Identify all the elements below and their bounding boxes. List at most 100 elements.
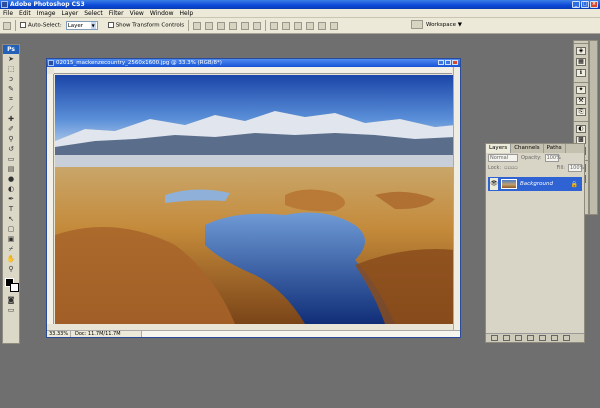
eye-icon[interactable]: 👁 (490, 178, 498, 190)
dodge-tool-icon[interactable]: ◐ (5, 185, 17, 194)
show-transform-checkbox[interactable]: Show Transform Controls (107, 22, 184, 29)
layers-panel-footer (486, 333, 584, 342)
marquee-tool-icon[interactable]: ⬚ (5, 65, 17, 74)
lock-label: Lock: (488, 165, 502, 171)
vertical-scrollbar[interactable] (453, 67, 460, 331)
auto-select-checkbox[interactable]: Auto-Select: (20, 22, 62, 29)
document-window: 02015_mackenzecountry_2560x1600.jpg @ 33… (46, 58, 461, 338)
tab-layers[interactable]: Layers (486, 144, 512, 153)
mask-icon[interactable] (515, 335, 522, 341)
trash-icon[interactable] (563, 335, 570, 341)
path-selection-tool-icon[interactable]: ↖ (5, 215, 17, 224)
background-color[interactable] (10, 283, 19, 292)
brushes-panel-icon[interactable]: ✦ (576, 86, 586, 94)
menu-edit[interactable]: Edit (19, 10, 31, 17)
zoom-tool-icon[interactable]: ⚲ (5, 265, 17, 274)
eyedropper-tool-icon[interactable]: ⌿ (5, 245, 17, 254)
distribute-left-icon[interactable] (306, 21, 315, 30)
doc-maximize-button[interactable] (445, 60, 451, 65)
menu-image[interactable]: Image (37, 10, 56, 17)
bridge-icon[interactable] (410, 20, 423, 29)
histogram-panel-icon[interactable]: ▦ (576, 58, 586, 66)
document-title: 02015_mackenzecountry_2560x1600.jpg @ 33… (56, 60, 222, 66)
horizontal-scrollbar[interactable] (141, 331, 460, 337)
distribute-hcenter-icon[interactable] (318, 21, 327, 30)
fill-field[interactable]: 100% (568, 164, 584, 172)
align-left-icon[interactable] (229, 21, 238, 30)
opacity-label: Opacity: (521, 155, 542, 161)
shape-tool-icon[interactable]: ▢ (5, 225, 17, 234)
adjustment-icon[interactable] (527, 335, 534, 341)
link-icon[interactable] (491, 335, 498, 341)
history-brush-tool-icon[interactable]: ↺ (5, 145, 17, 154)
image-canvas[interactable] (55, 75, 455, 324)
clone-source-panel-icon[interactable]: ⎘ (576, 108, 586, 116)
distribute-top-icon[interactable] (270, 21, 279, 30)
blur-tool-icon[interactable]: ● (5, 175, 17, 184)
menu-view[interactable]: View (130, 10, 144, 17)
screen-mode-icon[interactable]: ▭ (5, 306, 17, 315)
doc-size-info[interactable]: Doc: 11.7M/11.7M (71, 331, 141, 337)
workspace-button[interactable]: Workspace ▼ (426, 22, 462, 28)
eraser-tool-icon[interactable]: ▭ (5, 155, 17, 164)
type-tool-icon[interactable]: T (5, 205, 17, 214)
align-top-icon[interactable] (193, 21, 202, 30)
align-right-icon[interactable] (253, 21, 262, 30)
dock-collapse-strip[interactable] (589, 40, 598, 215)
pen-tool-icon[interactable]: ✒ (5, 195, 17, 204)
tab-paths[interactable]: Paths (544, 144, 566, 153)
quick-selection-tool-icon[interactable]: ✎ (5, 85, 17, 94)
tab-channels[interactable]: Channels (511, 144, 544, 153)
brush-tool-icon[interactable]: ✐ (5, 125, 17, 134)
hand-tool-icon[interactable]: ✋ (5, 255, 17, 264)
layer-row-background[interactable]: 👁 Background 🔒 (488, 177, 582, 191)
slice-tool-icon[interactable]: ⟋ (5, 105, 17, 114)
lock-icons[interactable]: ▫▫▫▫ (504, 165, 518, 171)
distribute-bottom-icon[interactable] (294, 21, 303, 30)
menu-window[interactable]: Window (150, 10, 174, 17)
app-titlebar: Adobe Photoshop CS3 _ □ × (0, 0, 600, 9)
opacity-field[interactable]: 100% (544, 154, 561, 162)
quick-mask-icon[interactable]: ◙ (5, 296, 17, 305)
close-button[interactable]: × (590, 1, 598, 8)
menu-filter[interactable]: Filter (109, 10, 124, 17)
crop-tool-icon[interactable]: ⌗ (5, 95, 17, 104)
navigator-panel-icon[interactable]: ◈ (576, 47, 586, 55)
maximize-button[interactable]: □ (581, 1, 589, 8)
doc-minimize-button[interactable] (438, 60, 444, 65)
move-tool-icon[interactable]: ➤ (5, 55, 17, 64)
minimize-button[interactable]: _ (572, 1, 580, 8)
distribute-right-icon[interactable] (330, 21, 339, 30)
info-panel-icon[interactable]: ℹ (576, 69, 586, 77)
doc-close-button[interactable] (452, 60, 458, 65)
gradient-tool-icon[interactable]: ▤ (5, 165, 17, 174)
new-layer-icon[interactable] (551, 335, 558, 341)
blend-mode-dropdown[interactable]: Normal (488, 154, 518, 162)
vertical-ruler (47, 74, 54, 324)
menu-layer[interactable]: Layer (61, 10, 78, 17)
align-vcenter-icon[interactable] (205, 21, 214, 30)
distribute-vcenter-icon[interactable] (282, 21, 291, 30)
color-swatches[interactable] (5, 278, 19, 292)
fx-icon[interactable] (503, 335, 510, 341)
zoom-level[interactable]: 33.33% (47, 331, 71, 337)
align-bottom-icon[interactable] (217, 21, 226, 30)
auto-select-dropdown[interactable]: Layer ▼ (65, 21, 98, 30)
lasso-tool-icon[interactable]: ↄ (5, 75, 17, 84)
auto-select-label: Auto-Select: (28, 22, 62, 29)
document-titlebar[interactable]: 02015_mackenzecountry_2560x1600.jpg @ 33… (47, 59, 460, 67)
dock-grip[interactable] (574, 41, 588, 44)
menu-help[interactable]: Help (180, 10, 194, 17)
healing-brush-tool-icon[interactable]: ✚ (5, 115, 17, 124)
layer-name: Background (520, 181, 553, 187)
menu-select[interactable]: Select (84, 10, 103, 17)
align-hcenter-icon[interactable] (241, 21, 250, 30)
clone-stamp-tool-icon[interactable]: ⚲ (5, 135, 17, 144)
color-panel-icon[interactable]: ◐ (576, 125, 586, 133)
group-icon[interactable] (539, 335, 546, 341)
notes-tool-icon[interactable]: ▣ (5, 235, 17, 244)
menu-file[interactable]: File (3, 10, 13, 17)
tool-presets-panel-icon[interactable]: ⚒ (576, 97, 586, 105)
auto-select-value: Layer (67, 22, 84, 29)
move-tool-preset-icon[interactable] (3, 21, 11, 30)
